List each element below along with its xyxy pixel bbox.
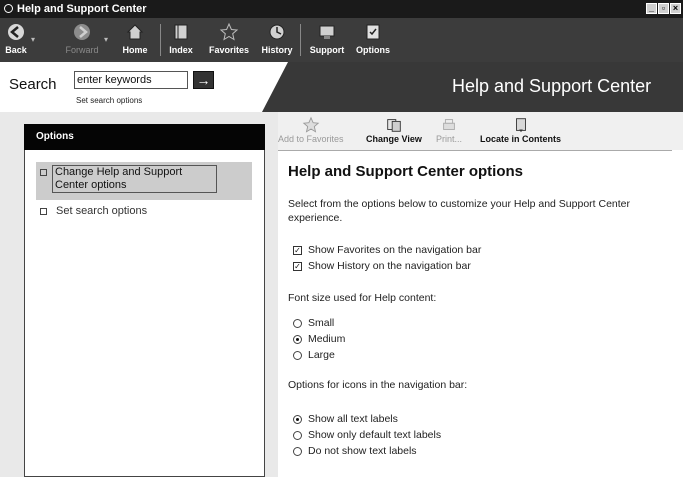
content-toolbar-divider: [278, 150, 683, 151]
options-button[interactable]: Options: [352, 20, 394, 60]
forward-arrow-icon: [74, 24, 90, 40]
maximize-button[interactable]: ▫: [658, 3, 669, 14]
support-monitor-icon: [319, 25, 335, 39]
bullet-icon: [40, 206, 50, 216]
no-labels-label: Do not show text labels: [308, 445, 417, 457]
page-title: Help and Support Center options: [288, 163, 523, 180]
icons-heading: Options for icons in the navigation bar:: [288, 379, 468, 391]
locate-contents-icon: [515, 118, 526, 133]
change-view-button[interactable]: Change View: [366, 116, 422, 144]
font-size-small-label: Small: [308, 317, 335, 329]
search-input[interactable]: [74, 71, 188, 89]
content-scrollbar[interactable]: [672, 150, 683, 477]
intro-text-line-1: Select from the options below to customi…: [288, 198, 631, 210]
font-size-medium-label: Medium: [308, 333, 346, 345]
home-button[interactable]: Home: [114, 20, 156, 60]
show-default-labels-radio[interactable]: [293, 431, 302, 440]
options-checklist-icon: [366, 24, 380, 40]
history-label: History: [261, 45, 293, 55]
show-all-labels-label: Show all text labels: [308, 413, 398, 425]
show-history-checkbox[interactable]: ✓: [293, 262, 302, 271]
forward-button[interactable]: Forward: [62, 20, 102, 60]
show-all-labels-radio[interactable]: [293, 415, 302, 424]
title-bar: Help and Support Center _ ▫ ×: [0, 0, 683, 18]
banner-slant: [262, 62, 288, 112]
font-size-large-label: Large: [308, 349, 335, 361]
show-default-labels-label: Show only default text labels: [308, 429, 442, 441]
help-app-icon: [4, 4, 13, 13]
home-label: Home: [122, 45, 148, 55]
index-book-icon: [174, 24, 188, 40]
forward-dropdown-icon[interactable]: ▾: [104, 35, 108, 44]
change-view-icon: [387, 119, 401, 132]
locate-in-contents-label: Locate in Contents: [480, 134, 562, 144]
favorites-star-icon: [219, 22, 239, 41]
show-history-label: Show History on the navigation bar: [308, 260, 471, 272]
print-button[interactable]: Print...: [436, 116, 462, 144]
window-title: Help and Support Center: [17, 3, 147, 15]
sidebar-item-change-options[interactable]: Change Help and Support Center options: [52, 165, 217, 193]
options-label: Options: [356, 45, 390, 55]
locate-in-contents-button[interactable]: Locate in Contents: [480, 116, 561, 144]
home-icon: [126, 24, 144, 40]
search-go-button[interactable]: →: [193, 71, 214, 89]
show-favorites-checkbox[interactable]: ✓: [293, 246, 302, 255]
support-label: Support: [309, 45, 345, 55]
font-size-small-radio[interactable]: [293, 319, 302, 328]
minimize-button[interactable]: _: [646, 3, 657, 14]
font-size-heading: Font size used for Help content:: [288, 292, 437, 304]
history-button[interactable]: History: [257, 20, 297, 60]
options-panel-header: Options: [24, 124, 265, 150]
back-dropdown-icon[interactable]: ▾: [31, 35, 35, 44]
toolbar-separator: [160, 24, 161, 56]
favorites-button[interactable]: Favorites: [203, 20, 255, 60]
toolbar-separator: [300, 24, 301, 56]
sidebar-item-search-options[interactable]: Set search options: [56, 205, 147, 217]
intro-text-line-2: experience.: [288, 212, 343, 224]
search-label: Search: [9, 76, 57, 93]
support-button[interactable]: Support: [306, 20, 348, 60]
navigation-toolbar: Back ▾ Forward ▾ Home Index Favorites Hi…: [0, 18, 683, 62]
print-label: Print...: [436, 134, 463, 144]
no-labels-radio[interactable]: [293, 447, 302, 456]
add-to-favorites-label: Add to Favorites: [278, 134, 344, 144]
printer-icon: [443, 119, 455, 130]
bullet-icon: [40, 167, 50, 177]
font-size-large-radio[interactable]: [293, 351, 302, 360]
close-button[interactable]: ×: [670, 3, 681, 14]
set-search-options-link[interactable]: Set search options: [76, 96, 142, 105]
favorites-label: Favorites: [208, 45, 250, 55]
banner-title: Help and Support Center: [452, 76, 652, 96]
index-label: Index: [169, 45, 193, 55]
show-favorites-label: Show Favorites on the navigation bar: [308, 244, 482, 256]
add-favorite-star-icon: [302, 116, 320, 133]
forward-label: Forward: [65, 45, 99, 55]
add-to-favorites-button[interactable]: Add to Favorites: [278, 116, 344, 144]
back-button[interactable]: Back: [2, 20, 30, 60]
change-view-label: Change View: [366, 134, 422, 144]
back-arrow-icon: [8, 24, 24, 40]
font-size-medium-radio[interactable]: [293, 335, 302, 344]
index-button[interactable]: Index: [164, 20, 198, 60]
back-label: Back: [5, 45, 27, 55]
history-clock-icon: [269, 24, 285, 40]
